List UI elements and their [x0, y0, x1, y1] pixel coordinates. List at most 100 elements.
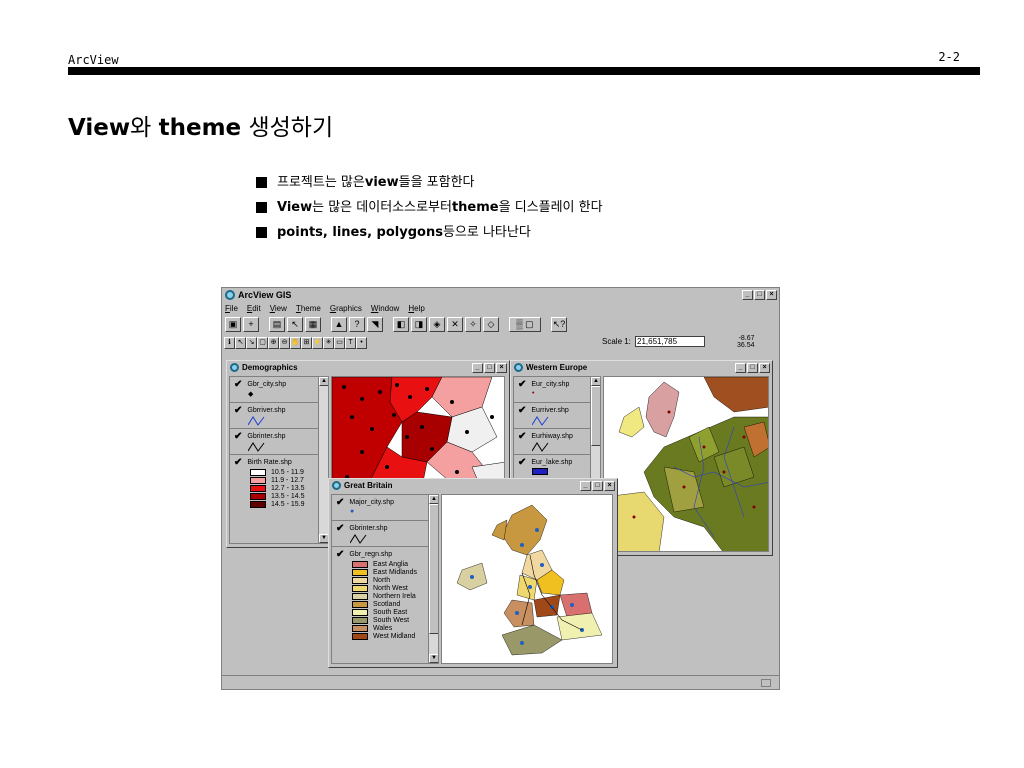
menu-theme[interactable]: Theme — [296, 304, 321, 313]
menu-help[interactable]: Help — [408, 304, 424, 313]
legend-label: South East — [373, 608, 408, 616]
zoom-out-tool-icon[interactable]: ⊖ — [279, 336, 290, 349]
maximize-button[interactable]: □ — [747, 362, 758, 373]
legend-swatch — [352, 608, 368, 616]
view-title: Western Europe — [526, 363, 588, 372]
zoom-selected-button[interactable]: ◈ — [429, 316, 445, 332]
menu-window[interactable]: Window — [371, 304, 399, 313]
toc-theme[interactable]: ✔ Gbr_regn.shp East Anglia East Midlands … — [332, 547, 438, 642]
pointer-tool-icon[interactable]: ↖ — [235, 336, 246, 349]
scale-input[interactable]: 21,651,785 — [635, 336, 705, 347]
menu-edit[interactable]: Edit — [247, 304, 261, 313]
bullet-text: 프로젝트는 많은 — [277, 174, 365, 190]
toc-theme[interactable]: ✔ Eurhiway.shp — [514, 429, 600, 455]
add-theme-button[interactable]: + — [243, 316, 259, 332]
minimize-button[interactable]: _ — [735, 362, 746, 373]
measure-tool-icon[interactable]: ⊞ — [301, 336, 312, 349]
minimize-button[interactable]: _ — [742, 290, 753, 300]
menu-graphics[interactable]: Graphics — [330, 304, 362, 313]
close-button[interactable]: × — [604, 480, 615, 491]
minimize-button[interactable]: _ — [580, 480, 591, 491]
zoom-out-button[interactable]: ✧ — [465, 316, 481, 332]
legend-label: West Midland — [373, 632, 416, 640]
legend-entry: Northern Irela — [352, 592, 438, 600]
minimize-button[interactable]: _ — [472, 362, 483, 373]
legend-label: 14.5 - 15.9 — [271, 500, 305, 508]
help-button[interactable]: ↖? — [551, 316, 567, 332]
great-britain-map[interactable] — [441, 494, 613, 664]
scroll-up-arrow-icon[interactable]: ▲ — [429, 495, 438, 504]
select-features-button[interactable]: ▒ ▢ — [509, 316, 541, 332]
find-button[interactable]: ▲ — [331, 316, 347, 332]
checkmark-icon[interactable]: ✔ — [234, 457, 242, 468]
close-button[interactable]: × — [766, 290, 777, 300]
square-bullet-icon — [256, 202, 267, 213]
legend-label: East Anglia — [373, 560, 409, 568]
toc-theme[interactable]: ✔ Birth Rate.shp 10.5 - 11.9 11.9 - 12.7 … — [230, 455, 328, 510]
legend-entry: North West — [352, 584, 438, 592]
toc-theme[interactable]: ✔ Gbr_city.shp ◆ — [230, 377, 328, 403]
view-window-great-britain[interactable]: Great Britain _ □ × ✔ Major_city.shp ● ✔ G… — [328, 478, 618, 668]
maximize-button[interactable]: □ — [754, 290, 765, 300]
toc-theme[interactable]: ✔ Gbrriver.shp — [230, 403, 328, 429]
legend-swatch — [250, 484, 266, 492]
close-button[interactable]: × — [759, 362, 770, 373]
zoom-in-button[interactable]: ✕ — [447, 316, 463, 332]
checkmark-icon[interactable]: ✔ — [336, 497, 344, 508]
toc-theme[interactable]: ✔ Major_city.shp ● — [332, 495, 438, 521]
open-table-button[interactable]: ▦ — [305, 316, 321, 332]
zoom-active-button[interactable]: ◨ — [411, 316, 427, 332]
toc-scrollbar[interactable]: ▲ ▼ — [318, 377, 328, 543]
maximize-button[interactable]: □ — [592, 480, 603, 491]
toc-theme[interactable]: ✔ Eur_lake.shp — [514, 455, 600, 480]
label-tool-icon[interactable]: ✳ — [323, 336, 334, 349]
arcview-window: ArcView GIS _ □ × File Edit View Theme G… — [221, 287, 780, 690]
theme-name: Eur_lake.shp — [531, 459, 573, 466]
toc-scrollbar[interactable]: ▲ ▼ — [428, 495, 438, 663]
line-symbol-icon — [531, 416, 549, 426]
maximize-button[interactable]: □ — [484, 362, 495, 373]
edit-legend-button[interactable]: ↖ — [287, 316, 303, 332]
menu-view[interactable]: View — [270, 304, 287, 313]
checkmark-icon[interactable]: ✔ — [518, 457, 526, 468]
view-icon — [332, 481, 341, 490]
save-button[interactable]: ▣ — [225, 316, 241, 332]
zoom-previous-button[interactable]: ◇ — [483, 316, 499, 332]
status-bar — [222, 675, 779, 689]
hotlink-tool-icon[interactable]: ⚡ — [312, 336, 323, 349]
scroll-thumb[interactable] — [591, 386, 600, 446]
text-tool-icon[interactable]: T — [345, 336, 356, 349]
select-feature-tool-icon[interactable]: ▢ — [257, 336, 268, 349]
menu-file[interactable]: File — [225, 304, 238, 313]
checkmark-icon[interactable]: ✔ — [336, 549, 344, 560]
identify-tool-icon[interactable]: ℹ — [224, 336, 235, 349]
toc-theme[interactable]: ✔ Gbrinter.shp — [230, 429, 328, 455]
scroll-down-arrow-icon[interactable]: ▼ — [429, 654, 438, 663]
vertex-edit-tool-icon[interactable]: ↘ — [246, 336, 257, 349]
close-button[interactable]: × — [496, 362, 507, 373]
callout-tool-icon[interactable]: ▭ — [334, 336, 345, 349]
theme-properties-button[interactable]: ▤ — [269, 316, 285, 332]
toc-theme[interactable]: ✔ Eurriver.shp — [514, 403, 600, 429]
scroll-up-arrow-icon[interactable]: ▲ — [319, 377, 328, 386]
checkmark-icon[interactable]: ✔ — [234, 379, 242, 390]
zoom-in-tool-icon[interactable]: ⊕ — [268, 336, 279, 349]
toc-theme[interactable]: ✔ Eur_city.shp • — [514, 377, 600, 403]
query-builder-button[interactable]: ◥ — [367, 316, 383, 332]
locate-button[interactable]: ? — [349, 316, 365, 332]
view-window-controls: _ □ × — [580, 480, 615, 491]
checkmark-icon[interactable]: ✔ — [336, 523, 344, 534]
scroll-up-arrow-icon[interactable]: ▲ — [591, 377, 600, 386]
checkmark-icon[interactable]: ✔ — [518, 379, 526, 390]
toc-theme[interactable]: ✔ Gbrinter.shp — [332, 521, 438, 547]
draw-point-tool-icon[interactable]: • — [356, 336, 367, 349]
resize-grip-icon[interactable] — [761, 679, 771, 687]
zoom-full-button[interactable]: ◧ — [393, 316, 409, 332]
western-europe-map[interactable] — [603, 376, 769, 552]
checkmark-icon[interactable]: ✔ — [518, 405, 526, 416]
checkmark-icon[interactable]: ✔ — [234, 405, 242, 416]
scroll-thumb[interactable] — [429, 504, 438, 634]
pan-tool-icon[interactable]: ✋ — [290, 336, 301, 349]
checkmark-icon[interactable]: ✔ — [518, 431, 526, 442]
checkmark-icon[interactable]: ✔ — [234, 431, 242, 442]
